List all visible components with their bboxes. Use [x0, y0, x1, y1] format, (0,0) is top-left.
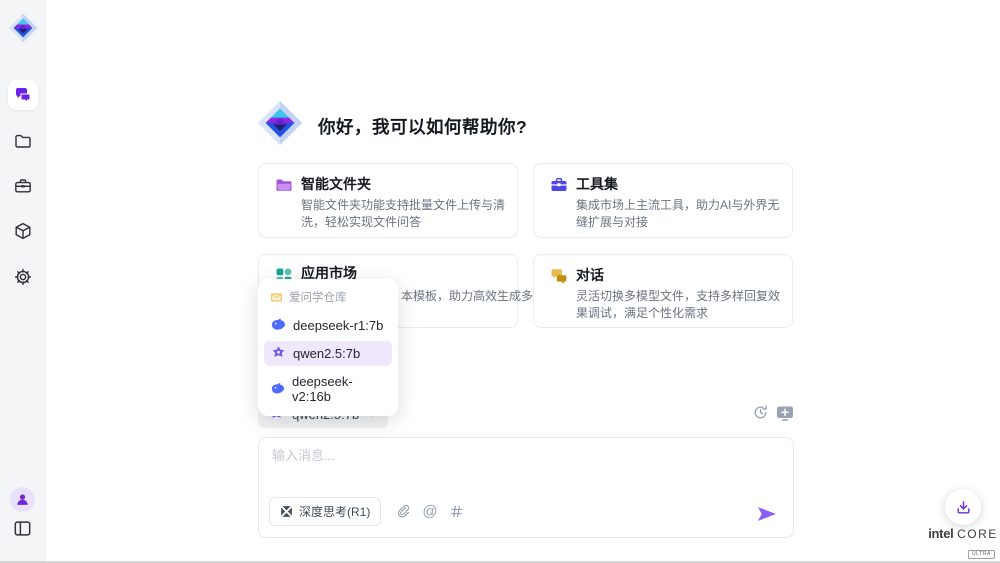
- intel-core-logo: intel core ultra: [925, 526, 1000, 560]
- card-toolset[interactable]: 工具集 集成市场上主流工具，助力AI与外界无缝扩展与对接: [533, 163, 793, 238]
- sidebar-item-models[interactable]: [14, 222, 32, 240]
- deep-think-icon: [280, 505, 293, 518]
- deep-think-toggle[interactable]: 深度思考(R1): [269, 497, 381, 526]
- model-dropdown-header: 爱问学仓库: [264, 286, 392, 310]
- model-option-deepseek-r1[interactable]: deepseek-r1:7b: [264, 313, 392, 338]
- greeting-title: 你好，我可以如何帮助你?: [318, 114, 527, 139]
- model-option-label: deepseek-v2:16b: [292, 374, 385, 404]
- new-window-button[interactable]: [776, 405, 794, 421]
- composer-tools: @: [396, 503, 463, 520]
- history-button[interactable]: [752, 404, 769, 421]
- model-option-qwen[interactable]: qwen2.5:7b: [264, 341, 392, 366]
- user-icon: [15, 492, 30, 507]
- card-title: 工具集: [576, 174, 618, 194]
- send-button[interactable]: [757, 506, 777, 522]
- repository-label: 爱问学仓库: [289, 289, 347, 305]
- briefcase-icon: [550, 176, 568, 194]
- model-option-deepseek-v2[interactable]: deepseek-v2:16b: [264, 369, 392, 409]
- deepseek-icon: [271, 318, 286, 333]
- mention-button[interactable]: @: [422, 503, 437, 520]
- qwen-icon: [271, 346, 286, 361]
- intel-brand-text: intel: [928, 526, 953, 541]
- intel-product-text: core: [957, 527, 998, 541]
- message-input[interactable]: [272, 448, 692, 463]
- card-dialogue[interactable]: 对话 灵活切换多模型文件，支持多样回复效果调试，满足个性化需求: [533, 254, 793, 328]
- model-dropdown: 爱问学仓库 deepseek-r1:7b qwen2.5:7b deepseek…: [258, 279, 398, 416]
- sidebar-item-chat[interactable]: [8, 80, 38, 110]
- sidebar-item-profile[interactable]: [10, 487, 35, 512]
- card-description: 灵活切换多模型文件，支持多样回复效果调试，满足个性化需求: [576, 288, 780, 322]
- card-title: 对话: [576, 265, 604, 285]
- model-option-label: deepseek-r1:7b: [293, 318, 383, 333]
- greeting-logo-icon: [257, 98, 303, 148]
- sidebar-item-settings[interactable]: [14, 268, 32, 286]
- deep-think-label: 深度思考(R1): [299, 503, 370, 520]
- gold-chat-icon: [550, 267, 568, 285]
- app-logo-icon: [8, 13, 38, 43]
- deepseek-icon: [271, 382, 285, 397]
- model-option-label: qwen2.5:7b: [293, 346, 360, 361]
- composer-toolbar: 深度思考(R1) @: [269, 497, 464, 526]
- sidebar: [0, 0, 46, 563]
- purple-folder-icon: [275, 176, 293, 194]
- card-description-fragment: 本模板，助力高效生成多: [401, 287, 533, 304]
- card-description: 智能文件夹功能支持批量文件上传与清洗，轻松实现文件问答: [301, 197, 505, 231]
- download-button[interactable]: [945, 489, 981, 525]
- sidebar-item-toolbox[interactable]: [14, 177, 32, 195]
- card-description: 集成市场上主流工具，助力AI与外界无缝扩展与对接: [576, 197, 780, 231]
- repository-icon: [270, 291, 283, 304]
- card-smart-folder[interactable]: 智能文件夹 智能文件夹功能支持批量文件上传与清洗，轻松实现文件问答: [258, 163, 518, 238]
- intel-ultra-badge: ultra: [968, 550, 995, 559]
- download-icon: [955, 499, 972, 516]
- hash-tag-button[interactable]: [449, 504, 464, 519]
- card-title: 智能文件夹: [301, 174, 371, 194]
- attach-file-button[interactable]: [396, 503, 411, 520]
- message-composer: 深度思考(R1) @: [258, 437, 794, 538]
- sidebar-collapse-button[interactable]: [13, 519, 32, 538]
- sidebar-item-folders[interactable]: [14, 132, 32, 150]
- chat-bubbles-icon: [14, 86, 32, 104]
